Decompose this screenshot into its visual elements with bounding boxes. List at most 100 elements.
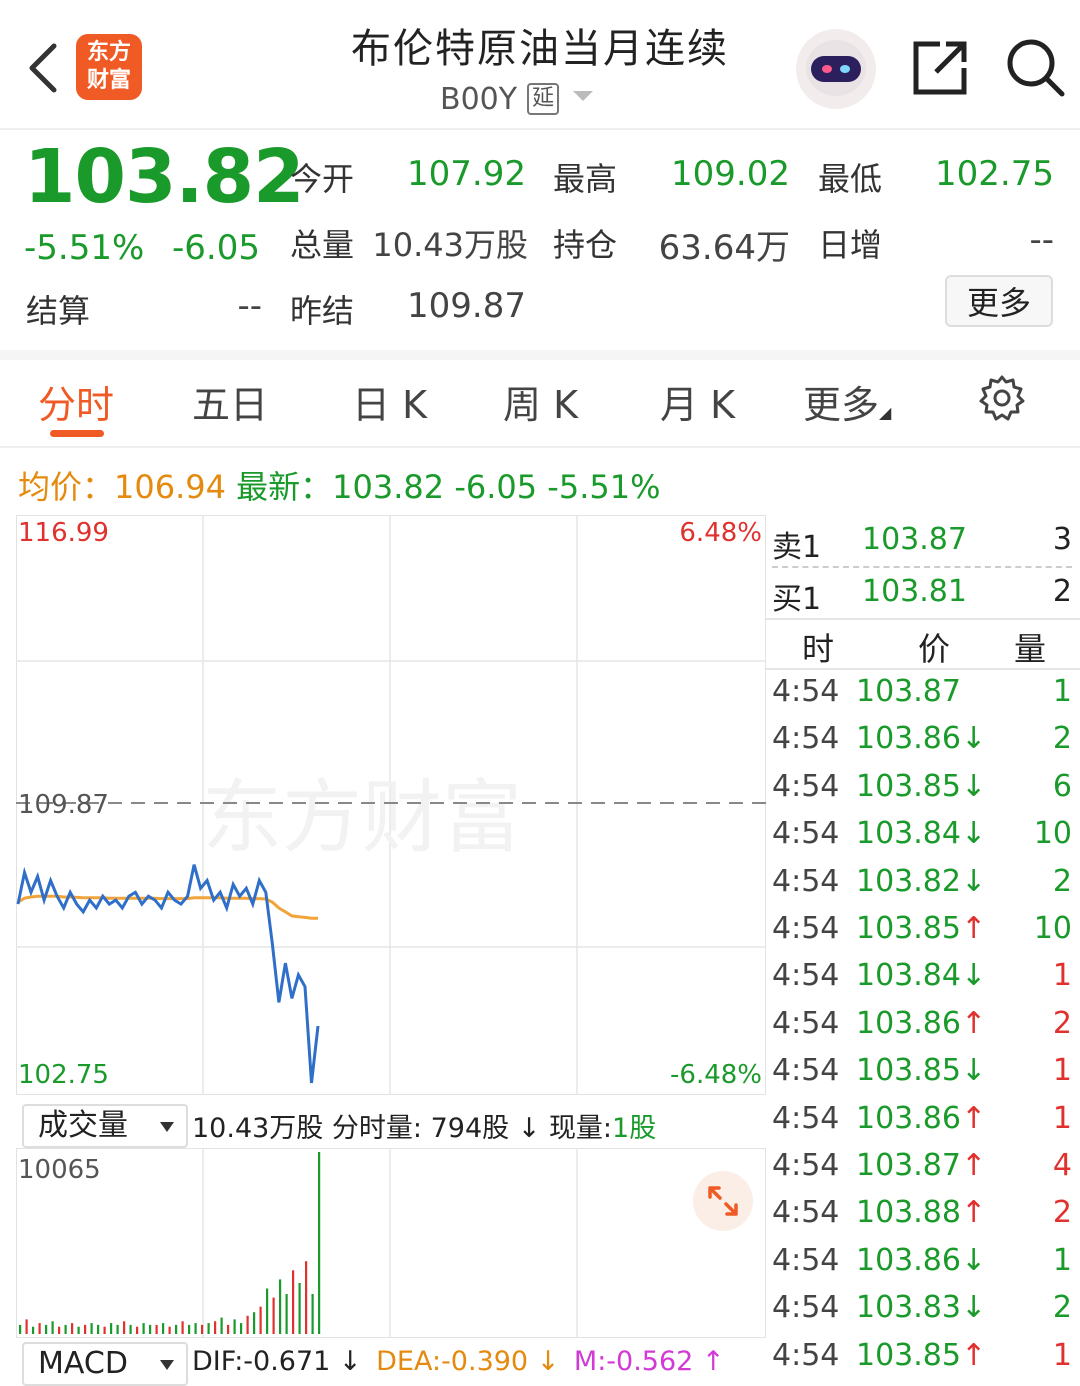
back-arrow-icon[interactable] bbox=[22, 38, 66, 98]
volume-bar bbox=[207, 1323, 210, 1334]
dropdown-triangle-icon bbox=[160, 1122, 174, 1132]
volume-bar bbox=[201, 1324, 204, 1334]
y-min-pct-label: -6.48% bbox=[670, 1060, 762, 1090]
position-value: 63.64万 bbox=[658, 228, 790, 268]
trade-price: 103.83↓ bbox=[856, 1290, 987, 1326]
prev-settle-label: 昨结 bbox=[290, 292, 355, 330]
tab-daily-k[interactable]: 日 K bbox=[352, 374, 427, 429]
arrow-down-icon: ↓ bbox=[960, 1290, 987, 1326]
volume-label: 总量 bbox=[290, 226, 355, 264]
macd-header: MACD DIF:-0.671 ↓ DEA:-0.390 ↓ M:-0.562 … bbox=[16, 1338, 766, 1386]
tab-monthly-k[interactable]: 月 K bbox=[660, 374, 735, 429]
volume-bar bbox=[266, 1288, 269, 1334]
low-label: 最低 bbox=[818, 160, 883, 198]
trade-qty: 2 bbox=[1052, 1290, 1072, 1326]
volume-bar bbox=[71, 1323, 74, 1334]
tab-five-day[interactable]: 五日 bbox=[192, 374, 268, 429]
assistant-robot-icon[interactable] bbox=[795, 28, 877, 110]
arrow-down-icon: ↓ bbox=[960, 816, 987, 852]
volume-bar bbox=[19, 1324, 22, 1334]
trade-qty: 1 bbox=[1052, 958, 1072, 994]
corner-arrow-icon: ◢ bbox=[879, 403, 892, 422]
trade-time: 4:54 bbox=[772, 1337, 840, 1373]
volume-bar bbox=[77, 1326, 80, 1334]
arrow-up-icon: ↑ bbox=[960, 1195, 987, 1231]
arrow-down-icon: ↓ bbox=[960, 768, 987, 804]
low-value: 102.75 bbox=[935, 154, 1054, 194]
volume-bar bbox=[64, 1324, 67, 1334]
volume-bar bbox=[116, 1324, 119, 1334]
volume-bar bbox=[175, 1324, 178, 1334]
symbol-selector[interactable]: B00Y 延 bbox=[440, 82, 640, 117]
arrow-down-icon: ↓ bbox=[960, 863, 987, 899]
trade-price: 103.84↓ bbox=[856, 958, 987, 994]
volume-bar bbox=[155, 1324, 158, 1334]
symbol-code: B00Y bbox=[440, 82, 518, 117]
arrow-down-icon: ↓ bbox=[960, 958, 987, 994]
volume-bar bbox=[214, 1321, 217, 1334]
volume-value: 10.43万股 bbox=[372, 226, 528, 264]
arrow-up-icon: ↑ bbox=[960, 1100, 987, 1136]
tab-more[interactable]: 更多◢ bbox=[803, 374, 891, 429]
trade-price: 103.86↑ bbox=[856, 1100, 987, 1136]
divider bbox=[0, 350, 1080, 360]
arrow-up-icon: ↑ bbox=[960, 1337, 987, 1373]
volume-bar bbox=[103, 1326, 106, 1334]
trade-qty: 2 bbox=[1052, 1195, 1072, 1231]
gear-icon[interactable] bbox=[978, 374, 1026, 422]
active-tab-indicator bbox=[50, 430, 104, 437]
share-icon[interactable] bbox=[910, 38, 970, 98]
volume-bar bbox=[97, 1324, 100, 1334]
trade-qty: 10 bbox=[1033, 911, 1072, 946]
more-quote-button[interactable]: 更多 bbox=[945, 275, 1053, 327]
arrow-up-icon: ↑ bbox=[960, 1148, 987, 1183]
trade-time: 4:54 bbox=[772, 958, 840, 994]
trade-price: 103.85↓ bbox=[856, 1053, 987, 1089]
prev-settle-value: 109.87 bbox=[407, 286, 526, 326]
y-max-label: 116.99 bbox=[18, 518, 109, 548]
tab-weekly-k[interactable]: 周 K bbox=[503, 374, 578, 429]
volume-bar bbox=[318, 1152, 321, 1334]
settle-label: 结算 bbox=[26, 292, 91, 330]
trade-time: 4:54 bbox=[772, 1148, 840, 1183]
trade-qty: 4 bbox=[1052, 1148, 1072, 1183]
expand-icon[interactable] bbox=[692, 1170, 754, 1232]
volume-bar bbox=[38, 1323, 41, 1334]
high-label: 最高 bbox=[553, 160, 618, 198]
volume-stats: 10.43万股 分时量: 794股 ↓ 现量:1股 bbox=[192, 1113, 657, 1144]
trade-time: 4:54 bbox=[772, 1195, 840, 1231]
volume-bar bbox=[305, 1261, 308, 1334]
volume-bar bbox=[58, 1326, 61, 1334]
volume-bar bbox=[162, 1323, 165, 1334]
volume-header: 成交量 10.43万股 分时量: 794股 ↓ 现量:1股 bbox=[16, 1098, 766, 1148]
trade-time: 4:54 bbox=[772, 1242, 840, 1278]
open-label: 今开 bbox=[290, 160, 355, 198]
trade-qty: 10 bbox=[1033, 816, 1072, 852]
position-label: 持仓 bbox=[553, 226, 618, 264]
volume-bar bbox=[233, 1319, 236, 1334]
trades-header: 时 价 量 bbox=[766, 618, 1080, 670]
last-price: 103.82 bbox=[24, 134, 305, 220]
volume-bar bbox=[168, 1326, 171, 1334]
tab-intraday[interactable]: 分时 bbox=[38, 374, 114, 429]
search-icon[interactable] bbox=[1004, 36, 1066, 98]
volume-bar bbox=[298, 1283, 301, 1334]
volume-chart[interactable]: 10065 bbox=[16, 1148, 766, 1338]
divider bbox=[0, 446, 1080, 448]
indicator-select[interactable]: 成交量 bbox=[22, 1104, 188, 1148]
high-value: 109.02 bbox=[671, 154, 790, 194]
trade-time: 4:54 bbox=[772, 863, 840, 899]
arrow-down-icon: ↓ bbox=[960, 721, 987, 757]
trade-price: 103.85↑ bbox=[856, 911, 987, 946]
volume-bar bbox=[188, 1324, 191, 1334]
arrow-up-icon: ↑ bbox=[960, 911, 987, 946]
volume-bar bbox=[246, 1315, 249, 1334]
intraday-price-chart[interactable]: 东方财富 116.99 6.48% 109.87 102.75 -6.48% bbox=[16, 515, 766, 1095]
ref-price-label: 109.87 bbox=[18, 790, 109, 820]
volume-bar bbox=[259, 1306, 262, 1334]
volume-bar bbox=[311, 1294, 314, 1334]
trade-qty: 2 bbox=[1052, 863, 1072, 899]
arrow-down-icon: ↓ bbox=[960, 1242, 987, 1278]
macd-select[interactable]: MACD bbox=[22, 1342, 188, 1386]
volume-bar bbox=[194, 1323, 197, 1334]
